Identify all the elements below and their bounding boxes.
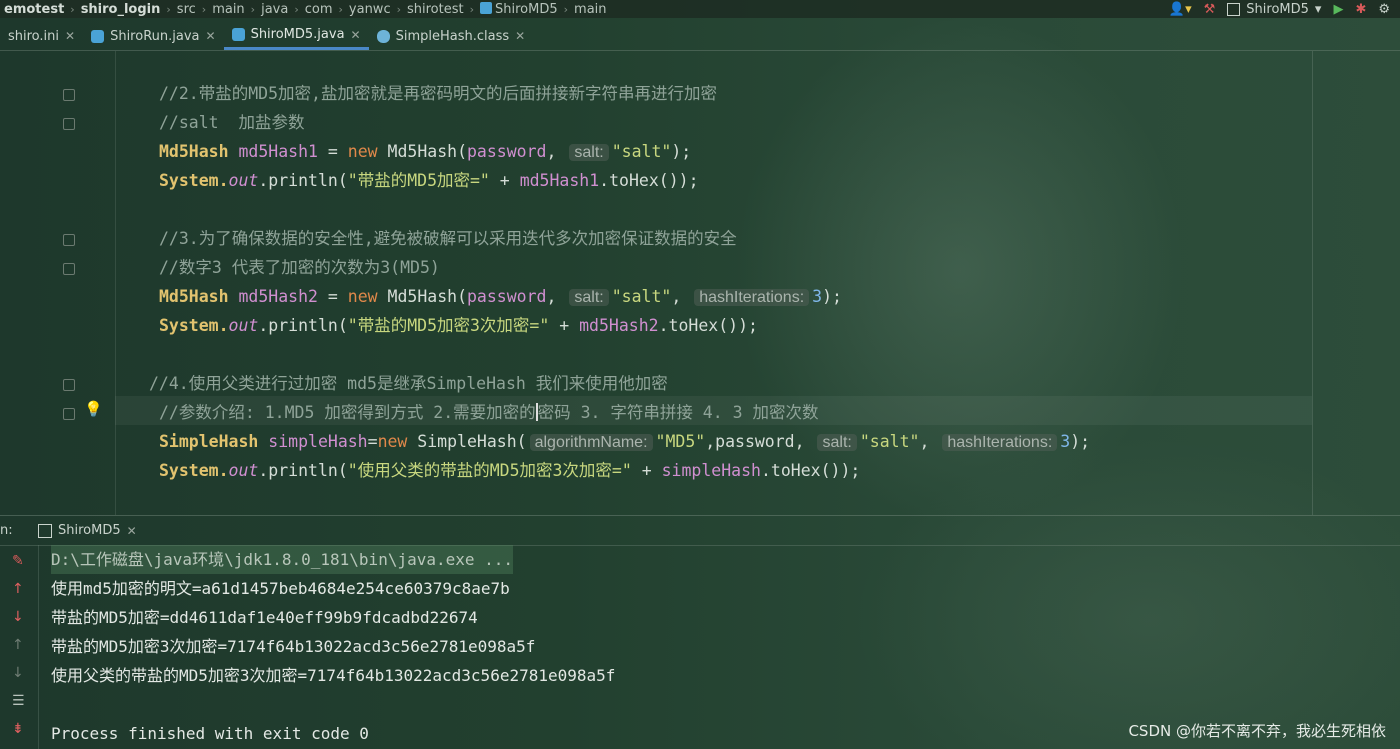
breadcrumb-item-java[interactable]: java [257, 2, 292, 17]
console-line-command: D:\工作磁盘\java环境\jdk1.8.0_181\bin\java.exe… [51, 545, 514, 574]
tab-label: SimpleHash.class [395, 28, 510, 44]
breadcrumb-item-main[interactable]: main [208, 2, 248, 17]
close-icon[interactable]: ✕ [351, 28, 361, 42]
param-hint: salt: [569, 289, 609, 306]
code-line: //salt 加盐参数 [159, 113, 305, 132]
code-line: System.out.println("带盐的MD5加密3次加密=" + md5… [159, 316, 758, 335]
run-config-label: ShiroMD5 [1246, 1, 1309, 17]
user-icon[interactable]: 👤▾ [1169, 2, 1192, 17]
coverage-icon[interactable]: ⚙ [1378, 2, 1390, 17]
code-line: //3.为了确保数据的安全性,避免被破解可以采用迭代多次加密保证数据的安全 [159, 229, 737, 248]
rerun-up-icon[interactable]: ↑ [12, 637, 24, 653]
code-line: Md5Hash md5Hash2 = new Md5Hash(password,… [159, 287, 842, 306]
chevron-right-icon: › [166, 2, 171, 16]
run-config-icon [38, 523, 52, 538]
chevron-down-icon: ▾ [1314, 1, 1322, 17]
param-hint: algorithmName: [529, 434, 653, 451]
tab-shiro-ini[interactable]: shiro.ini ✕ [0, 22, 83, 50]
chevron-right-icon: › [250, 2, 256, 16]
close-icon[interactable]: ✕ [206, 29, 216, 43]
code-line: System.out.println("带盐的MD5加密=" + md5Hash… [159, 171, 699, 190]
code-line: //数字3 代表了加密的次数为3(MD5) [159, 258, 440, 277]
run-config-select[interactable]: ShiroMD5 ▾ [1227, 2, 1321, 17]
chevron-right-icon: › [70, 2, 75, 16]
run-tab-label: ShiroMD5 [58, 523, 121, 538]
lightbulb-icon[interactable]: 💡 [84, 400, 103, 418]
chevron-right-icon: › [469, 2, 475, 16]
chevron-right-icon: › [563, 2, 569, 16]
close-icon[interactable]: ✕ [65, 29, 75, 43]
fold-icon[interactable] [63, 89, 75, 101]
java-class-icon [231, 28, 245, 41]
toolbar: 👤▾ ⚒ ShiroMD5 ▾ ▶ ✱ ⚙ [1169, 0, 1400, 18]
param-hint: hashIterations: [942, 434, 1058, 451]
run-tab-shiromd5[interactable]: ShiroMD5 ✕ [30, 523, 145, 538]
param-hint: hashIterations: [694, 289, 810, 306]
breadcrumb-item-src[interactable]: src [173, 2, 200, 17]
code-line: //4.使用父类进行过加密 md5是继承SimpleHash 我们来使用他加密 [149, 374, 668, 393]
run-panel-label: n: [0, 523, 13, 538]
breadcrumb-item-com[interactable]: com [301, 2, 337, 17]
gutter-divider [115, 51, 116, 515]
fold-icon[interactable] [63, 379, 75, 391]
console-line: 使用md5加密的明文=a61d1457beb4684e254ce60379c8a… [51, 579, 510, 598]
wrench-icon[interactable]: ✎ [12, 553, 24, 569]
build-hammer-icon[interactable]: ⚒ [1204, 2, 1216, 17]
soft-wrap-icon[interactable]: ☰ [12, 693, 25, 709]
close-icon[interactable]: ✕ [515, 29, 525, 43]
breadcrumb-item-shirotest[interactable]: shirotest [403, 2, 468, 17]
tab-label: ShiroMD5.java [250, 27, 345, 42]
code-editor[interactable]: 💡 //2.带盐的MD5加密,盐加密就是再密码明文的后面拼接新字符串再进行加密 … [0, 51, 1400, 515]
tab-shiromd5-java[interactable]: ShiroMD5.java ✕ [223, 22, 369, 50]
tab-label: ShiroRun.java [110, 28, 200, 44]
code-line: //参数介绍: 1.MD5 加密得到方式 2.需要加密的 密码 3. 字符串拼接 … [159, 403, 819, 422]
arrow-up-icon[interactable]: ↑ [12, 581, 24, 597]
chevron-right-icon: › [396, 2, 401, 16]
tab-label: shiro.ini [8, 28, 60, 44]
tab-simplehash-class[interactable]: SimpleHash.class ✕ [369, 22, 534, 50]
breadcrumb-item-yanwc[interactable]: yanwc [345, 2, 395, 17]
java-class-icon [480, 1, 493, 14]
breadcrumb-class-label: ShiroMD5 [495, 1, 558, 17]
run-side-toolbar: ✎ ↑ ↓ ↑ ↓ ☰ ⇟ [0, 545, 39, 749]
run-icon[interactable]: ▶ [1333, 2, 1343, 17]
class-file-icon [376, 29, 390, 43]
right-margin-guide [1312, 51, 1313, 515]
code-line: //2.带盐的MD5加密,盐加密就是再密码明文的后面拼接新字符串再进行加密 [159, 84, 717, 103]
chevron-right-icon: › [201, 2, 207, 16]
param-hint: salt: [817, 434, 857, 451]
scroll-to-end-icon[interactable]: ⇟ [12, 721, 24, 737]
editor-tabs: shiro.ini ✕ ShiroRun.java ✕ ShiroMD5.jav… [0, 20, 1400, 51]
fold-icon[interactable] [63, 118, 75, 130]
breadcrumb-item-class[interactable]: ShiroMD5 [476, 1, 562, 17]
console-line: 带盐的MD5加密3次加密=7174f64b13022acd3c56e2781e0… [51, 637, 536, 656]
watermark: CSDN @你若不离不弃，我必生死相依 [1128, 722, 1386, 740]
debug-icon[interactable]: ✱ [1355, 2, 1366, 17]
param-hint: salt: [569, 144, 609, 161]
run-panel-header: n: ShiroMD5 ✕ [0, 515, 1400, 546]
chevron-right-icon: › [294, 2, 299, 16]
code-line: System.out.println("使用父类的带盐的MD5加密3次加密=" … [159, 461, 861, 480]
close-icon[interactable]: ✕ [127, 524, 137, 538]
run-config-icon [1227, 2, 1241, 16]
arrow-down-icon[interactable]: ↓ [12, 609, 24, 625]
console-line: 带盐的MD5加密=dd4611daf1e40eff99b9fdcadbd2267… [51, 608, 478, 627]
chevron-right-icon: › [338, 2, 343, 16]
console-line: 使用父类的带盐的MD5加密3次加密=7174f64b13022acd3c56e2… [51, 666, 616, 685]
breadcrumb-item-method[interactable]: main [570, 2, 610, 17]
fold-icon[interactable] [63, 234, 75, 246]
breadcrumb-item-module[interactable]: shiro_login [77, 2, 165, 17]
java-class-icon [91, 29, 105, 43]
code-line: Md5Hash md5Hash1 = new Md5Hash(password,… [159, 142, 692, 161]
rerun-down-icon[interactable]: ↓ [12, 665, 24, 681]
code-line: SimpleHash simpleHash=new SimpleHash(alg… [159, 432, 1091, 451]
console-line-exit: Process finished with exit code 0 [51, 724, 369, 743]
breadcrumb-item-project[interactable]: emotest [0, 2, 68, 17]
tab-shirorun-java[interactable]: ShiroRun.java ✕ [83, 22, 223, 50]
fold-icon[interactable] [63, 263, 75, 275]
fold-icon[interactable] [63, 408, 75, 420]
